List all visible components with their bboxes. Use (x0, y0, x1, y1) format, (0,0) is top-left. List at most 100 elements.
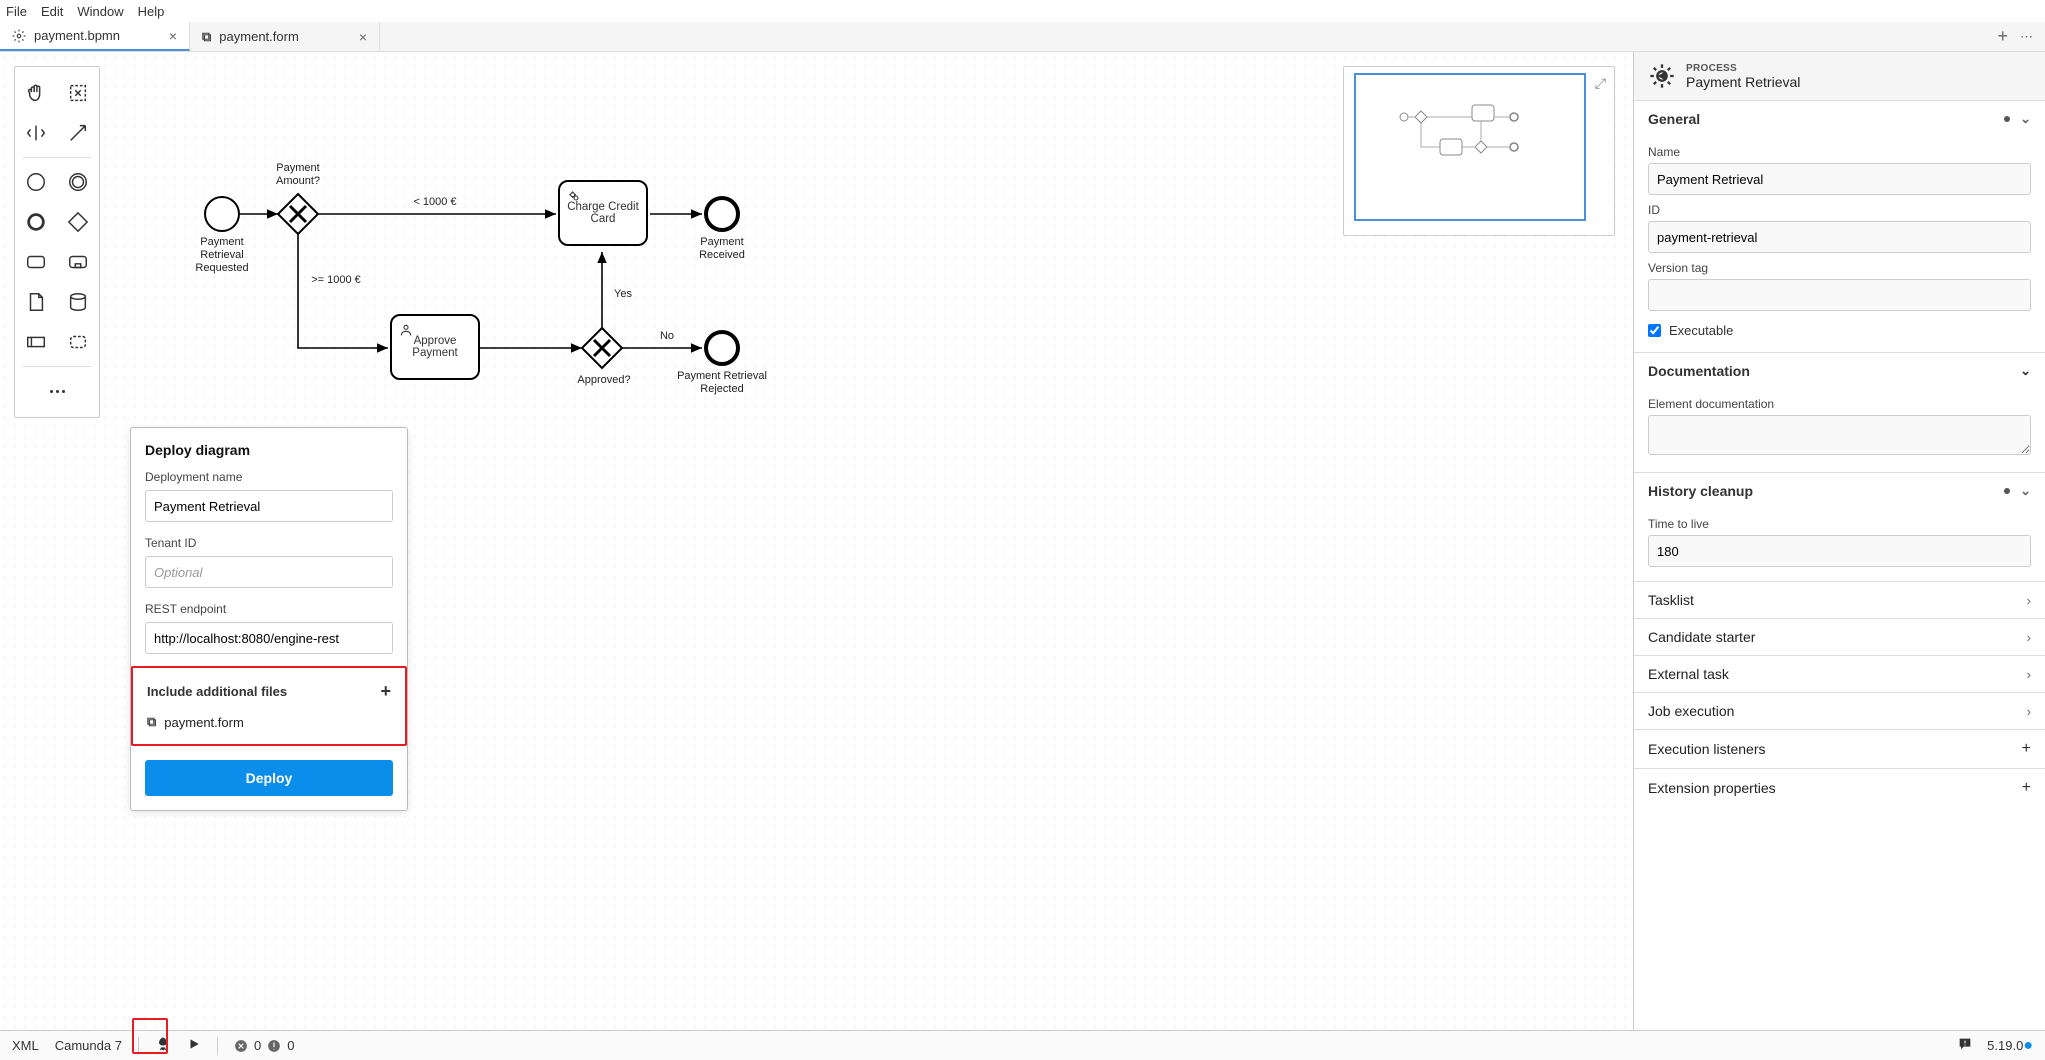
group-execution-listeners[interactable]: Execution listeners + (1634, 729, 2045, 768)
executable-checkbox[interactable]: Executable (1648, 323, 2031, 338)
deploy-button[interactable]: Deploy (145, 760, 393, 796)
close-icon[interactable]: × (359, 30, 367, 44)
connect-tool-icon[interactable] (66, 121, 90, 145)
group-extension-properties[interactable]: Extension properties+ (1634, 768, 2045, 807)
intermediate-event-icon[interactable] (66, 170, 90, 194)
data-object-icon[interactable] (24, 290, 48, 314)
group-general-header[interactable]: General ⌄ (1634, 101, 2045, 137)
group-documentation-header[interactable]: Documentation ⌄ (1634, 353, 2045, 389)
ttl-label: Time to live (1648, 517, 2031, 531)
tab-payment-form[interactable]: ⧉ payment.form × (190, 22, 380, 51)
data-store-icon[interactable] (66, 290, 90, 314)
tab-label: payment.form (219, 29, 298, 44)
group-job-execution[interactable]: Job execution› (1634, 692, 2045, 729)
plus-icon[interactable]: + (2022, 740, 2031, 758)
executable-checkbox-input[interactable] (1648, 324, 1661, 337)
space-tool-icon[interactable] (24, 121, 48, 145)
status-counts[interactable]: 0 0 (234, 1038, 294, 1053)
deploy-title: Deploy diagram (145, 442, 393, 458)
included-file-row[interactable]: ⧉ payment.form (147, 714, 391, 730)
group-history-header[interactable]: History cleanup ⌄ (1634, 473, 2045, 509)
chevron-down-icon: ⌄ (2020, 483, 2031, 499)
label: Job execution (1648, 703, 1734, 719)
menu-window[interactable]: Window (77, 4, 123, 19)
endpoint-input[interactable] (145, 622, 393, 654)
feedback-icon[interactable] (1957, 1036, 1973, 1055)
minimap-viewport[interactable] (1354, 73, 1586, 221)
end-rejected[interactable] (704, 330, 740, 366)
ttl-input[interactable] (1648, 535, 2031, 567)
close-icon[interactable]: × (169, 29, 177, 43)
tab-payment-bpmn[interactable]: payment.bpmn × (0, 22, 190, 51)
run-button[interactable] (187, 1037, 201, 1054)
tab-menu-icon[interactable]: ⋯ (2020, 29, 2033, 45)
gateway-amount-label: Payment Amount? (266, 162, 330, 188)
menu-edit[interactable]: Edit (41, 4, 63, 19)
properties-header: PROCESS Payment Retrieval (1634, 52, 2045, 100)
menu-help[interactable]: Help (138, 4, 165, 19)
menu-file[interactable]: File (6, 4, 27, 19)
name-label: Name (1648, 145, 2031, 159)
participant-icon[interactable] (24, 330, 48, 354)
plus-icon[interactable]: + (2022, 779, 2031, 797)
error-count: 0 (254, 1038, 261, 1053)
branch-no-label: No (654, 330, 680, 343)
id-input[interactable] (1648, 221, 2031, 253)
view-xml-button[interactable]: XML (12, 1038, 39, 1053)
lasso-tool-icon[interactable] (66, 81, 90, 105)
new-tab-button[interactable]: + (1997, 26, 2008, 47)
deploy-rocket-button[interactable] (155, 1036, 171, 1055)
gateway-amount[interactable] (276, 192, 320, 236)
gateway-icon[interactable] (66, 210, 90, 234)
group-external-task[interactable]: External task› (1634, 655, 2045, 692)
more-tools-icon[interactable] (48, 390, 66, 393)
minimap-preview (1356, 75, 1586, 221)
version-label[interactable]: 5.19.0● (1987, 1037, 2033, 1055)
tool-palette (14, 66, 100, 418)
group-tasklist[interactable]: Tasklist › (1634, 581, 2045, 618)
group-candidate-starter[interactable]: Candidate starter› (1634, 618, 2045, 655)
include-title: Include additional files (147, 684, 287, 699)
subprocess-icon[interactable] (66, 250, 90, 274)
chevron-down-icon: ⌄ (2020, 363, 2031, 379)
label: Candidate starter (1648, 629, 1755, 645)
gateway-approved[interactable] (580, 326, 624, 370)
deploy-dialog: Deploy diagram Deployment name Tenant ID… (130, 427, 408, 811)
version-input[interactable] (1648, 279, 2031, 311)
properties-title: Payment Retrieval (1686, 74, 1800, 90)
task-charge-label: Charge Credit Card (564, 201, 642, 225)
deployment-name-input[interactable] (145, 490, 393, 522)
group-general-title: General (1648, 111, 1700, 127)
properties-kicker: PROCESS (1686, 63, 1800, 74)
engine-selector[interactable]: Camunda 7 (55, 1038, 122, 1053)
executable-label: Executable (1669, 323, 1733, 338)
tenant-input[interactable] (145, 556, 393, 588)
start-event[interactable] (204, 196, 240, 232)
doc-textarea[interactable] (1648, 415, 2031, 455)
properties-panel: PROCESS Payment Retrieval General ⌄ Name… (1633, 52, 2045, 1030)
task-approve[interactable]: Approve Payment (390, 314, 480, 380)
end-rejected-label: Payment Retrieval Rejected (676, 370, 768, 396)
label: Execution listeners (1648, 741, 1766, 757)
chevron-down-icon: ⌄ (2020, 111, 2031, 127)
end-received[interactable] (704, 196, 740, 232)
label: Tasklist (1648, 592, 1694, 608)
hand-tool-icon[interactable] (24, 81, 48, 105)
tenant-label: Tenant ID (145, 536, 393, 550)
warn-count: 0 (287, 1038, 294, 1053)
group-icon[interactable] (66, 330, 90, 354)
minimap[interactable]: ⤢ (1343, 66, 1615, 236)
chevron-right-icon: › (2027, 593, 2031, 608)
branch-gte-label: >= 1000 € (306, 274, 366, 287)
group-doc-title: Documentation (1648, 363, 1750, 379)
end-event-icon[interactable] (24, 210, 48, 234)
start-event-icon[interactable] (24, 170, 48, 194)
end-received-label: Payment Received (692, 236, 752, 262)
task-charge[interactable]: Charge Credit Card (558, 180, 648, 246)
tab-label: payment.bpmn (34, 28, 120, 43)
name-input[interactable] (1648, 163, 2031, 195)
add-file-button[interactable]: + (380, 682, 391, 700)
expand-icon[interactable]: ⤢ (1595, 75, 1606, 92)
task-icon[interactable] (24, 250, 48, 274)
form-icon: ⧉ (202, 29, 211, 45)
